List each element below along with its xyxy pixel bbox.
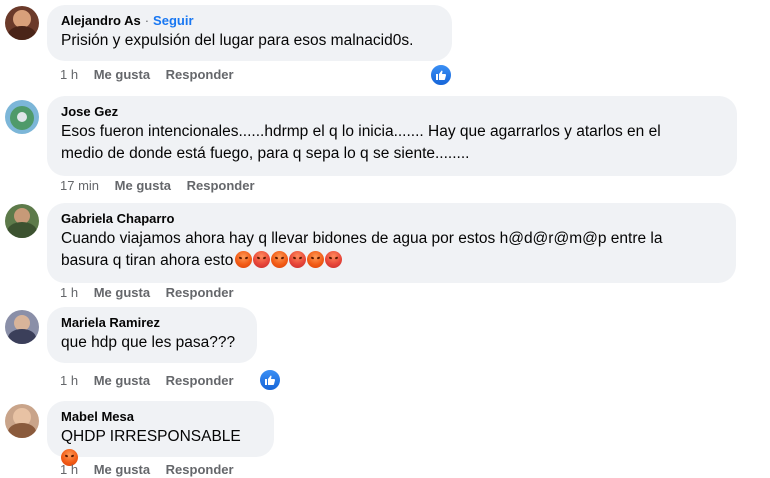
angry-face-icon [235,251,253,268]
avatar[interactable] [5,100,39,134]
comment-actions: 1 h Me gusta Responder [60,67,246,83]
avatar[interactable] [5,6,39,40]
comment-item: Mabel Mesa QHDP IRRESPONSABLE 1 h Me gus… [0,401,770,477]
comment-bubble: Jose Gez Esos fueron intencionales......… [47,96,737,176]
follow-button[interactable]: Seguir [153,13,193,28]
comment-actions: 1 h Me gusta Responder [60,373,246,389]
like-button[interactable]: Me gusta [115,178,171,193]
comment-author[interactable]: Alejandro As [61,13,141,28]
comment-text: Cuando viajamos ahora hay q llevar bidon… [61,230,663,269]
comment-time[interactable]: 17 min [60,178,99,193]
reply-button[interactable]: Responder [187,178,255,193]
comment-actions: 1 h Me gusta Responder [60,462,246,478]
comment-item: Mariela Ramirez que hdp que les pasa??? … [0,307,770,397]
comment-author[interactable]: Gabriela Chaparro [61,211,174,226]
comment-item: Jose Gez Esos fueron intencionales......… [0,96,770,206]
comment-author[interactable]: Mabel Mesa [61,409,134,424]
cursing-face-icon [289,251,307,268]
avatar[interactable] [5,404,39,438]
comment-text: Prisión y expulsión del lugar para esos … [61,32,414,49]
comment-author[interactable]: Mariela Ramirez [61,315,160,330]
cursing-face-icon [325,251,343,268]
comment-time[interactable]: 1 h [60,67,78,82]
comment-author[interactable]: Jose Gez [61,104,118,119]
comment-text: que hdp que les pasa??? [61,334,236,351]
reply-button[interactable]: Responder [166,373,234,388]
comment-item: Gabriela Chaparro Cuando viajamos ahora … [0,203,770,303]
angry-face-icon [307,251,325,268]
separator-dot: · [144,13,150,28]
avatar[interactable] [5,310,39,344]
like-reaction-icon[interactable] [430,64,452,86]
cursing-face-icon [253,251,271,268]
reply-button[interactable]: Responder [166,67,234,82]
comment-bubble: Mabel Mesa QHDP IRRESPONSABLE [47,401,274,466]
comment-time[interactable]: 1 h [60,285,78,300]
like-button[interactable]: Me gusta [94,373,150,388]
like-button[interactable]: Me gusta [94,67,150,82]
comment-text: Esos fueron intencionales......hdrmp el … [61,123,661,162]
reply-button[interactable]: Responder [166,285,234,300]
comment-bubble: Gabriela Chaparro Cuando viajamos ahora … [47,203,736,283]
comment-actions: 1 h Me gusta Responder [60,285,246,301]
like-button[interactable]: Me gusta [94,285,150,300]
avatar[interactable] [5,204,39,238]
comment-bubble: Mariela Ramirez que hdp que les pasa??? [47,307,257,363]
comment-time[interactable]: 1 h [60,373,78,388]
like-reaction-icon[interactable] [259,369,281,391]
comment-actions: 17 min Me gusta Responder [60,178,267,194]
emoji-group [235,251,343,269]
comment-item: Alejandro As · Seguir Prisión y expulsión … [0,0,770,100]
comment-bubble: Alejandro As · Seguir Prisión y expulsión … [47,5,452,61]
angry-face-icon [271,251,289,268]
